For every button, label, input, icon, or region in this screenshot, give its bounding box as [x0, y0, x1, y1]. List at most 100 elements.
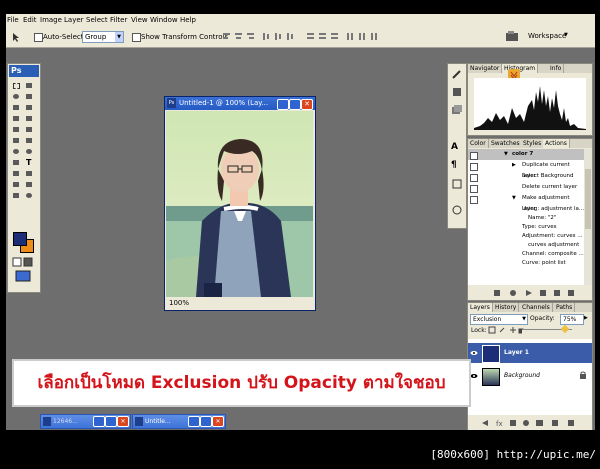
- document-titlebar[interactable]: Ps Untitled-1 @ 100% (Lay... ✕: [165, 97, 315, 110]
- layer-comps-icon[interactable]: [451, 104, 463, 116]
- minimized-window-1[interactable]: 12646... ✕: [40, 414, 131, 429]
- zoom-level[interactable]: 100%: [169, 299, 189, 307]
- scrollbar-thumb[interactable]: [585, 169, 591, 229]
- menu-layer[interactable]: Layer: [64, 16, 84, 24]
- zoom-tool-icon[interactable]: [24, 191, 34, 200]
- tab-channels[interactable]: Channels: [520, 303, 553, 312]
- restore-button[interactable]: [188, 416, 200, 427]
- action-set[interactable]: ▼ color 7: [468, 149, 585, 160]
- maximize-button[interactable]: [289, 99, 301, 110]
- type-tool-icon[interactable]: T: [24, 158, 34, 167]
- dodge-tool-icon[interactable]: [24, 147, 34, 156]
- action-item[interactable]: ▼ Make adjustment layer: [468, 193, 585, 212]
- layer-thumbnail: [482, 368, 500, 386]
- tab-navigator[interactable]: Navigator: [468, 64, 503, 73]
- action-item[interactable]: ▶ Duplicate current layer: [468, 160, 585, 179]
- slice-tool-icon[interactable]: [24, 103, 34, 112]
- close-icon[interactable]: ✕: [212, 416, 224, 427]
- minimized-window-2[interactable]: Untitle... ✕: [132, 414, 226, 429]
- tab-color[interactable]: Color: [468, 139, 489, 148]
- action-item[interactable]: Delete current layer: [468, 182, 585, 193]
- tab-history[interactable]: History: [493, 303, 520, 312]
- menu-view[interactable]: View: [131, 16, 148, 24]
- info-icon[interactable]: [451, 178, 463, 190]
- tab-info[interactable]: Info: [548, 64, 565, 73]
- restore-button[interactable]: [93, 416, 105, 427]
- tab-styles[interactable]: Styles: [521, 139, 545, 148]
- triangle-down-icon[interactable]: ▼: [504, 149, 508, 160]
- hand-tool-icon[interactable]: [11, 191, 21, 200]
- menu-filter[interactable]: Filter: [110, 16, 127, 24]
- close-icon[interactable]: ✕: [301, 99, 313, 110]
- move-tool-icon[interactable]: [11, 32, 23, 42]
- tab-actions[interactable]: Actions: [543, 139, 570, 148]
- shape-tool-icon[interactable]: [24, 169, 34, 178]
- navigator-small-icon[interactable]: [451, 204, 463, 216]
- eye-icon[interactable]: [470, 372, 478, 380]
- eraser-tool-icon[interactable]: [11, 136, 21, 145]
- blend-mode-dropdown[interactable]: Exclusion ▼: [470, 314, 528, 325]
- lasso-tool-icon[interactable]: [11, 92, 21, 101]
- triangle-right-icon[interactable]: ▶: [584, 315, 588, 321]
- auto-select-dropdown[interactable]: Group ▼: [82, 31, 124, 43]
- opacity-input[interactable]: 75%: [560, 314, 584, 325]
- menu-help[interactable]: Help: [180, 16, 196, 24]
- screen-mode-icon[interactable]: [12, 270, 34, 282]
- opacity-slider[interactable]: [522, 324, 572, 334]
- paragraph-icon[interactable]: ¶: [451, 160, 463, 172]
- actions-scrollbar[interactable]: [584, 149, 592, 285]
- move-tool-icon[interactable]: [24, 81, 34, 90]
- triangle-down-icon[interactable]: ▼: [512, 193, 516, 204]
- brush-tool-icon[interactable]: [24, 114, 34, 123]
- lock-icons[interactable]: [488, 326, 524, 335]
- layers-list: Layer 1 Background: [468, 339, 592, 415]
- healing-brush-icon[interactable]: [11, 114, 21, 123]
- menu-image[interactable]: Image: [40, 16, 62, 24]
- menu-window[interactable]: Window: [150, 16, 178, 24]
- blur-tool-icon[interactable]: [11, 147, 21, 156]
- crop-tool-icon[interactable]: [11, 103, 21, 112]
- paint-bucket-icon[interactable]: [24, 136, 34, 145]
- document-title: Untitled-1 @ 100% (Lay...: [179, 99, 269, 107]
- palette-well-icon[interactable]: [505, 30, 519, 42]
- triangle-right-icon[interactable]: ▶: [512, 160, 516, 171]
- quick-mask-icon[interactable]: [12, 257, 34, 267]
- history-brush-icon[interactable]: [24, 125, 34, 134]
- footer-credit: [800x600] http://upic.me/: [430, 448, 596, 461]
- close-icon[interactable]: ✕: [117, 416, 129, 427]
- auto-select-checkbox[interactable]: [34, 33, 43, 42]
- layers-tabs: Layers History Channels Paths: [468, 303, 592, 312]
- canvas[interactable]: [166, 111, 313, 297]
- layer-row-layer1[interactable]: Layer 1: [468, 343, 592, 363]
- tab-paths[interactable]: Paths: [554, 303, 576, 312]
- character-icon[interactable]: A: [451, 142, 463, 154]
- path-selection-icon[interactable]: [11, 158, 21, 167]
- maximize-button[interactable]: [105, 416, 117, 427]
- notes-tool-icon[interactable]: [11, 180, 21, 189]
- brushes-icon[interactable]: [451, 68, 463, 80]
- minimize-button[interactable]: [277, 99, 289, 110]
- check-icon: [470, 185, 478, 193]
- menu-file[interactable]: File: [7, 16, 19, 24]
- workspace-button[interactable]: Workspace ▼: [524, 30, 574, 42]
- tab-layers[interactable]: Layers: [468, 303, 493, 312]
- tab-swatches[interactable]: Swatches: [489, 139, 523, 148]
- align-distribute-icons[interactable]: [221, 31, 381, 43]
- pen-tool-icon[interactable]: [11, 169, 21, 178]
- document-statusbar: 100%: [166, 298, 313, 308]
- menu-edit[interactable]: Edit: [23, 16, 37, 24]
- blend-mode-value: Exclusion: [473, 316, 502, 323]
- eyedropper-icon[interactable]: [24, 180, 34, 189]
- clone-stamp-icon[interactable]: [11, 125, 21, 134]
- marquee-tool-icon[interactable]: [11, 81, 21, 90]
- layer-row-background[interactable]: Background: [468, 366, 592, 386]
- magic-wand-tool-icon[interactable]: [24, 92, 34, 101]
- action-label: Select Background: [522, 173, 574, 179]
- show-transform-checkbox[interactable]: [132, 33, 141, 42]
- maximize-button[interactable]: [200, 416, 212, 427]
- tool-presets-icon[interactable]: [451, 86, 463, 98]
- eye-icon[interactable]: [470, 349, 478, 357]
- opacity-slider-thumb[interactable]: [560, 324, 570, 334]
- action-item[interactable]: Select Background: [468, 171, 585, 182]
- menu-select[interactable]: Select: [86, 16, 108, 24]
